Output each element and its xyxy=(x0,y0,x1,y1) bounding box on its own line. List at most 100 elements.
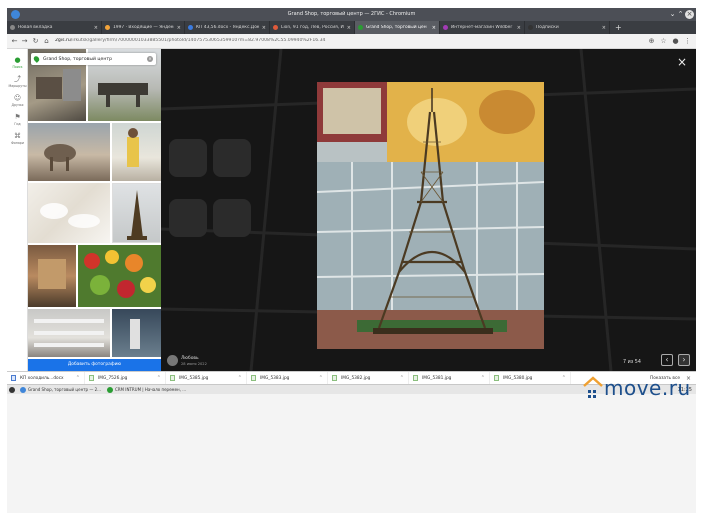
gallery-thumbnail[interactable] xyxy=(112,309,161,357)
tab-favicon-icon xyxy=(528,25,533,30)
photo-gallery-panel: Grand Shop, торговый центр × Добавить фо… xyxy=(28,49,161,371)
rail-item[interactable]: ● Поиск xyxy=(7,57,28,70)
browser-tab[interactable]: Подписки × xyxy=(525,21,610,34)
image-file-icon xyxy=(89,375,94,381)
left-navigation-rail: ● Поиск ⤴ Маршруты ☺ Друзья ⚑ Гид ⌘ Фонари xyxy=(7,49,28,371)
eiffel-tower-photo[interactable] xyxy=(317,82,544,349)
close-tab-icon[interactable]: × xyxy=(177,25,181,31)
url-field[interactable]: 2gis.ru/irkutsk/gallery/firm/70000001033… xyxy=(55,38,595,46)
download-item[interactable]: IMG_5380.jpg ⌃ xyxy=(490,371,571,385)
download-options-icon[interactable]: ⌃ xyxy=(157,375,161,381)
avatar xyxy=(167,355,178,366)
gallery-thumbnail[interactable] xyxy=(28,309,110,357)
friends-icon: ☺ xyxy=(13,94,22,102)
image-file-icon xyxy=(170,375,175,381)
close-gallery-icon[interactable]: × xyxy=(147,56,153,62)
download-filename: КП холодиль...docx xyxy=(20,375,64,381)
tab-label: Интернет-магазин Wildber xyxy=(451,25,513,30)
download-item[interactable]: IMG_7526.jpg ⌃ xyxy=(85,371,166,385)
gallery-thumbnail[interactable] xyxy=(28,245,76,307)
close-tab-icon[interactable]: × xyxy=(517,25,521,31)
close-tab-icon[interactable]: × xyxy=(94,25,98,31)
browser-tab[interactable]: КП 43,56.docx - Яндекс.Док × xyxy=(185,21,270,34)
photo-author[interactable]: Любовь 28 июня 2022 xyxy=(167,355,207,366)
gallery-thumbnail[interactable] xyxy=(28,183,110,243)
document-file-icon xyxy=(11,375,16,381)
rail-item[interactable]: ⤴ Маршруты xyxy=(7,76,28,89)
forward-icon[interactable]: → xyxy=(20,37,29,46)
gallery-thumbnail[interactable] xyxy=(112,183,161,243)
download-filename: IMG_7526.jpg xyxy=(98,375,128,381)
rail-item[interactable]: ☺ Друзья xyxy=(7,94,28,108)
image-file-icon xyxy=(413,375,418,381)
download-filename: IMG_5380.jpg xyxy=(503,375,533,381)
close-window-icon[interactable]: × xyxy=(685,10,694,19)
browser-menu-icon[interactable]: ⋮ xyxy=(683,37,692,46)
download-item[interactable]: IMG_5382.jpg ⌃ xyxy=(328,371,409,385)
close-tab-icon[interactable]: × xyxy=(347,25,351,31)
rail-item-label: Фонари xyxy=(11,141,24,145)
close-tab-icon[interactable]: × xyxy=(432,25,436,31)
download-list: КП холодиль...docx ⌃ IMG_7526.jpg ⌃ IMG_5385… xyxy=(7,371,571,385)
gallery-thumbnail[interactable] xyxy=(28,123,110,181)
rail-item-label: Друзья xyxy=(11,103,24,107)
tab-label: КП 43,56.docx - Яндекс.Док xyxy=(196,25,259,30)
browser-tab[interactable]: Lion, 91 год, Лев, Россия, Ирк × xyxy=(270,21,355,34)
download-options-icon[interactable]: ⌃ xyxy=(238,375,242,381)
download-options-icon[interactable]: ⌃ xyxy=(319,375,323,381)
close-tab-icon[interactable]: × xyxy=(602,25,606,31)
window-title-bar: Grand Shop, торговый центр — 2ГИС - Chro… xyxy=(7,8,696,21)
rail-item[interactable]: ⚑ Гид xyxy=(7,113,28,127)
tab-label: Lion, 91 год, Лев, Россия, Ирк xyxy=(281,25,344,30)
window-title: Grand Shop, торговый центр — 2ГИС - Chro… xyxy=(287,11,416,17)
close-tab-icon[interactable]: × xyxy=(262,25,266,31)
photo-counter: 7 из 54 xyxy=(623,360,641,365)
rail-item-label: Маршруты xyxy=(8,84,27,88)
download-options-icon[interactable]: ⌃ xyxy=(76,375,80,381)
download-item[interactable]: IMG_5385.jpg ⌃ xyxy=(166,371,247,385)
home-icon[interactable]: ⌂ xyxy=(42,37,51,46)
photo-date: 28 июня 2022 xyxy=(181,361,207,366)
tab-favicon-icon xyxy=(273,25,278,30)
map-background: × Любовь 28 июня 2022 7 из 54 ‹ › xyxy=(161,49,696,371)
gallery-thumbnail[interactable] xyxy=(112,123,161,181)
back-icon[interactable]: ← xyxy=(10,37,19,46)
download-options-icon[interactable]: ⌃ xyxy=(481,375,485,381)
address-bar: ← → ↻ ⌂ 2gis.ru/irkutsk/gallery/firm/700… xyxy=(7,34,696,49)
download-item[interactable]: IMG_5381.jpg ⌃ xyxy=(409,371,490,385)
watermark-text: move.ru xyxy=(604,376,691,400)
browser-tab[interactable]: Новая вкладка × xyxy=(7,21,102,34)
maximize-icon[interactable]: ⌃ xyxy=(676,10,685,19)
new-tab-icon[interactable]: + xyxy=(610,21,627,34)
add-photo-button[interactable]: Добавить фотографию xyxy=(28,359,161,371)
house-logo-icon xyxy=(583,376,603,398)
download-options-icon[interactable]: ⌃ xyxy=(562,375,566,381)
browser-tab[interactable]: 1997 · Входящие — Яндекс × xyxy=(102,21,185,34)
reload-icon[interactable]: ↻ xyxy=(31,37,40,46)
translate-icon[interactable]: ⊕ xyxy=(647,37,656,46)
browser-tab[interactable]: Интернет-магазин Wildber × xyxy=(440,21,525,34)
tab-label: Подписки xyxy=(536,25,559,30)
download-item[interactable]: КП холодиль...docx ⌃ xyxy=(7,371,85,385)
next-photo-button[interactable]: › xyxy=(678,354,690,366)
browser-tab[interactable]: Grand Shop, торговый цен × xyxy=(355,21,440,34)
rail-item[interactable]: ⌘ Фонари xyxy=(7,132,28,146)
prev-photo-button[interactable]: ‹ xyxy=(661,354,673,366)
download-options-icon[interactable]: ⌃ xyxy=(400,375,404,381)
profile-icon[interactable]: ● xyxy=(671,37,680,46)
bookmark-star-icon[interactable]: ☆ xyxy=(659,37,668,46)
close-viewer-icon[interactable]: × xyxy=(677,55,687,69)
start-menu-icon[interactable] xyxy=(9,386,17,393)
taskbar-item-browser[interactable]: Grand Shop, торговый центр — 2... xyxy=(20,386,101,393)
tab-label: Новая вкладка xyxy=(18,25,53,30)
app-viewport: ● Поиск ⤴ Маршруты ☺ Друзья ⚑ Гид ⌘ Фонари Grand … xyxy=(7,49,696,371)
taskbar-item-crm[interactable]: CRM INTRUM | Начало перемен, ... xyxy=(106,386,186,393)
map-pin-icon xyxy=(32,55,41,63)
gallery-thumbnail[interactable] xyxy=(78,245,161,307)
gallery-header: Grand Shop, торговый центр × xyxy=(31,53,156,65)
flag-icon: ⚑ xyxy=(14,113,21,121)
tab-favicon-icon xyxy=(443,25,448,30)
download-item[interactable]: IMG_5383.jpg ⌃ xyxy=(247,371,328,385)
bookmark-icon: ⌘ xyxy=(14,132,21,140)
download-filename: IMG_5383.jpg xyxy=(260,375,290,381)
